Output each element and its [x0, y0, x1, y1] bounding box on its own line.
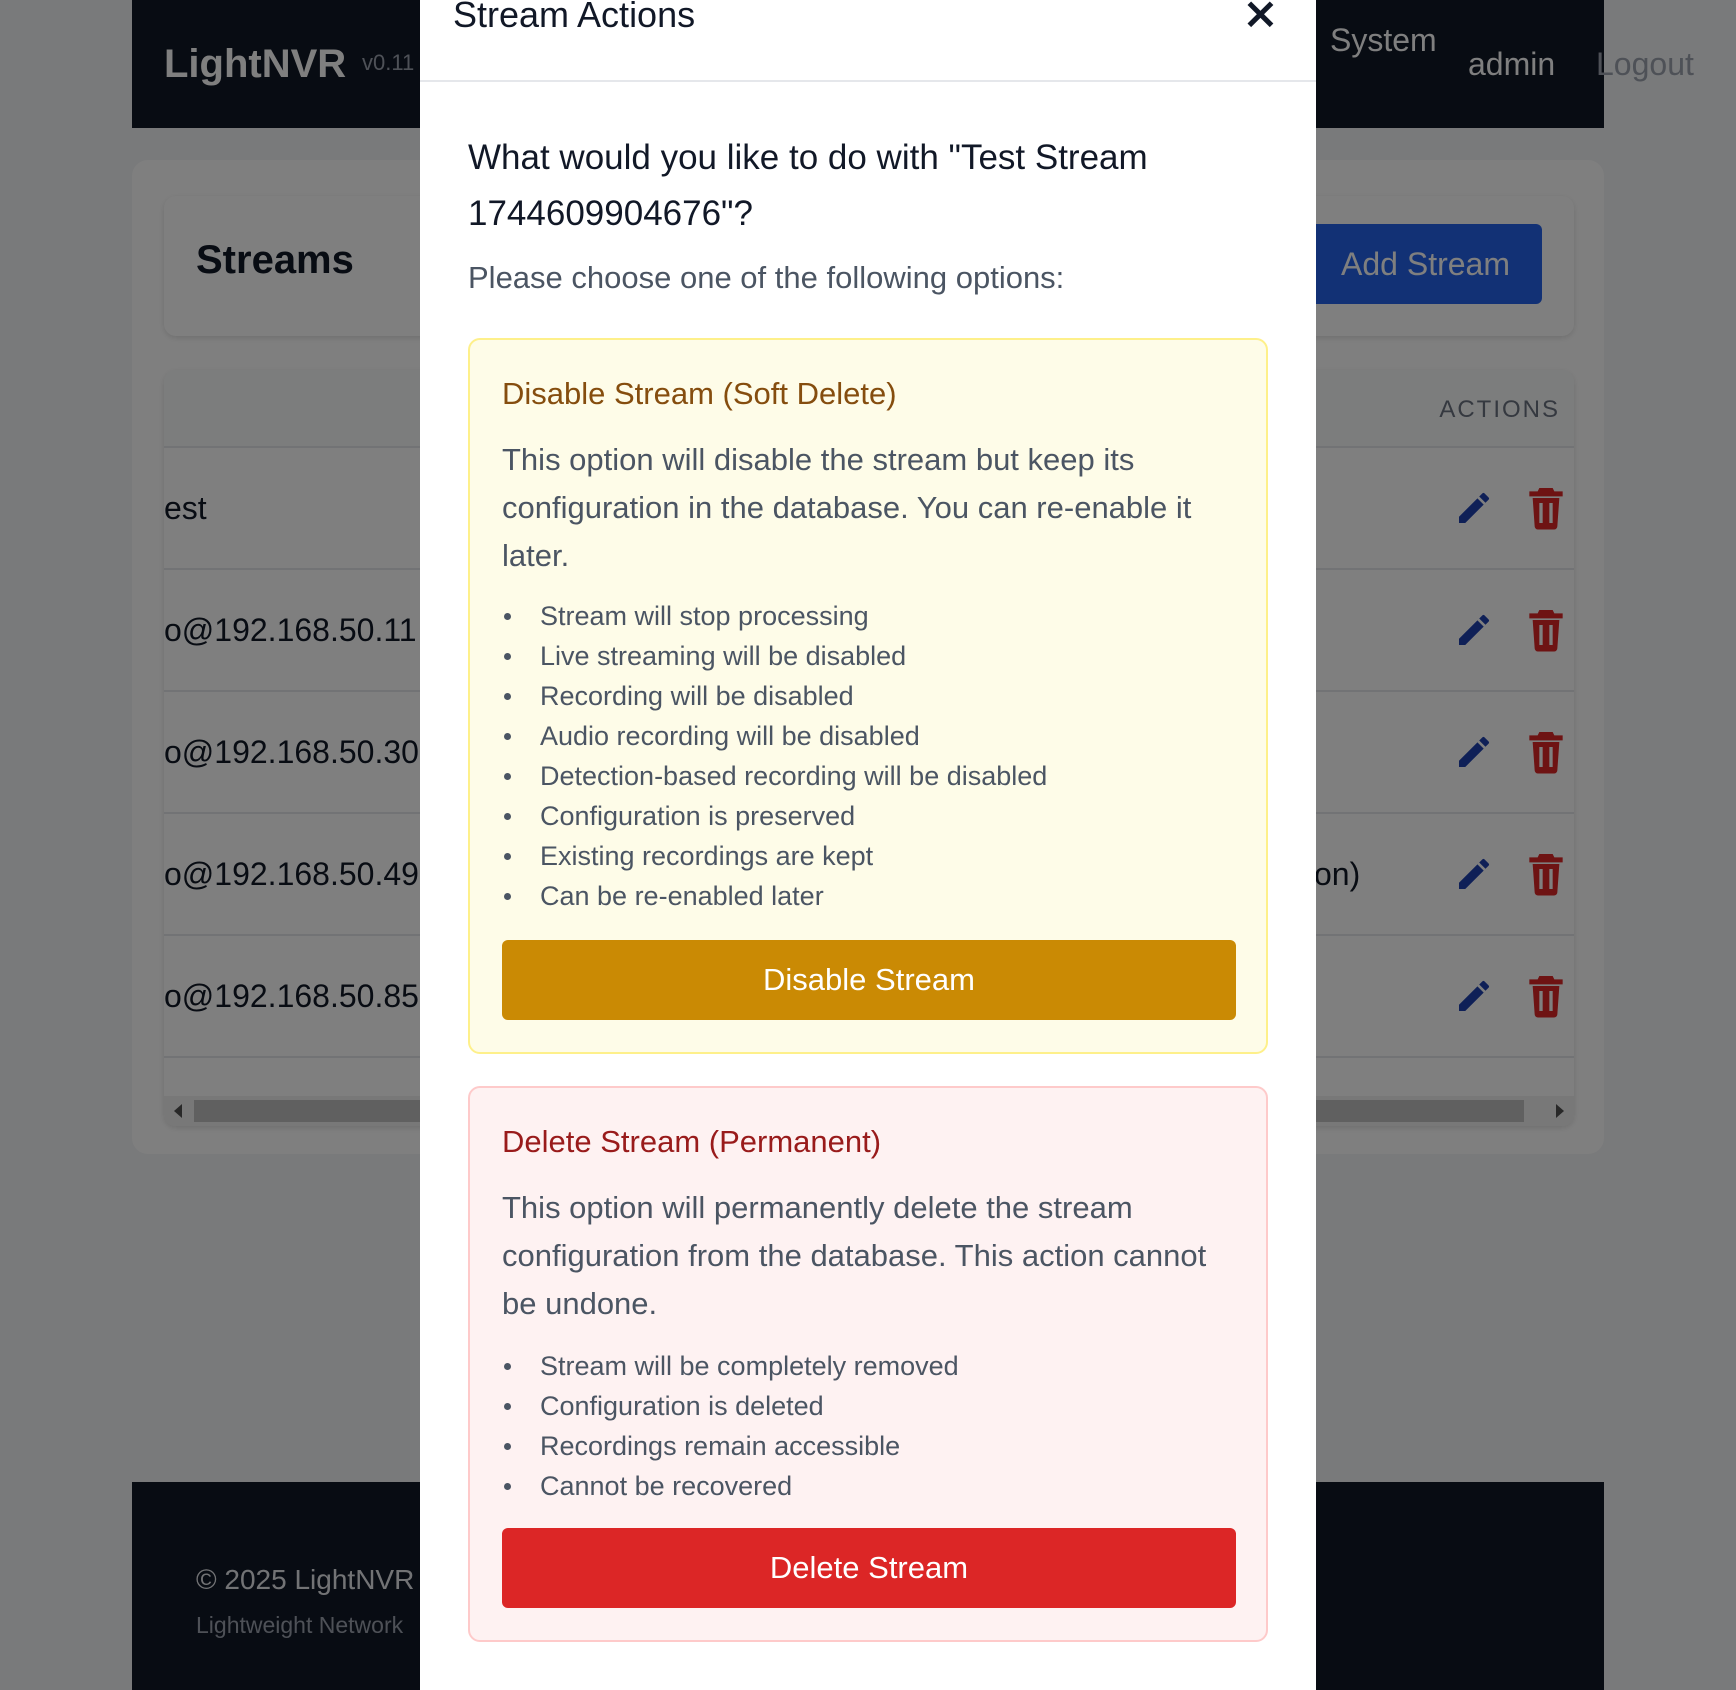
- list-item: Recordings remain accessible: [502, 1426, 959, 1466]
- delete-option-title: Delete Stream (Permanent): [502, 1124, 882, 1159]
- close-icon[interactable]: ×: [1242, 0, 1279, 36]
- list-item: Recording will be disabled: [502, 676, 1047, 716]
- modal-title: Stream Actions: [453, 0, 696, 35]
- delete-option-list: Stream will be completely removed Config…: [502, 1346, 959, 1506]
- list-item: Can be re-enabled later: [502, 876, 1047, 916]
- list-item: Detection-based recording will be disabl…: [502, 756, 1047, 796]
- list-item: Configuration is deleted: [502, 1386, 959, 1426]
- disable-option-description: This option will disable the stream but …: [502, 442, 1192, 573]
- disable-stream-option: Disable Stream (Soft Delete) This option…: [468, 338, 1268, 1054]
- list-item: Stream will be completely removed: [502, 1346, 959, 1386]
- delete-option-description: This option will permanently delete the …: [502, 1190, 1207, 1321]
- list-item: Existing recordings are kept: [502, 836, 1047, 876]
- modal-question: What would you like to do with "Test Str…: [468, 138, 1148, 233]
- disable-option-list: Stream will stop processing Live streami…: [502, 596, 1047, 916]
- delete-stream-button[interactable]: Delete Stream: [502, 1528, 1236, 1608]
- modal-instruction: Please choose one of the following optio…: [468, 260, 1065, 295]
- list-item: Stream will stop processing: [502, 596, 1047, 636]
- delete-stream-option: Delete Stream (Permanent) This option wi…: [468, 1086, 1268, 1642]
- disable-stream-button[interactable]: Disable Stream: [502, 940, 1236, 1020]
- list-item: Configuration is preserved: [502, 796, 1047, 836]
- modal-header: Stream Actions ×: [420, 0, 1316, 82]
- list-item: Audio recording will be disabled: [502, 716, 1047, 756]
- stream-actions-modal: Stream Actions × What would you like to …: [420, 0, 1316, 1690]
- list-item: Live streaming will be disabled: [502, 636, 1047, 676]
- list-item: Cannot be recovered: [502, 1466, 959, 1506]
- disable-option-title: Disable Stream (Soft Delete): [502, 376, 897, 411]
